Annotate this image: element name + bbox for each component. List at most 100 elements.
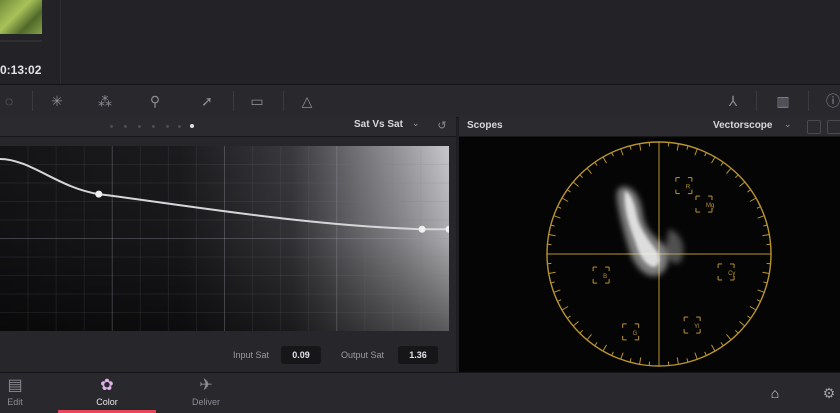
color-target: G: [623, 324, 639, 340]
graticule-tick: [758, 216, 765, 218]
graticule-tick: [621, 353, 623, 360]
curve-page-dot-active[interactable]: [190, 124, 194, 128]
page-tab-edit[interactable]: ▤ Edit: [0, 373, 30, 413]
clip-thumbnail[interactable]: [0, 0, 42, 34]
graticule-tick: [739, 321, 744, 325]
curve-page-dot[interactable]: [110, 125, 113, 128]
vectorscope-trace: [617, 187, 684, 276]
scopes-title: Scopes: [467, 120, 503, 131]
output-sat-field[interactable]: 1.36: [398, 346, 438, 364]
input-sat-label: Input Sat: [233, 350, 269, 360]
curve-mode-dropdown[interactable]: Sat Vs Sat: [354, 119, 403, 130]
toolbar-separator: [233, 91, 234, 111]
target-icon[interactable]: ✳: [48, 93, 66, 109]
graticule-tick: [695, 353, 697, 360]
curve-page-dot[interactable]: [138, 125, 141, 128]
media-pool-area: 0:13:02: [0, 0, 840, 84]
curves-panel: Sat Vs Sat ⌄ ↺ Input Sat 0.09 Output Sat…: [0, 116, 456, 372]
color-target: R: [676, 178, 692, 194]
graticule-tick: [712, 157, 716, 163]
graticule-tick: [762, 272, 769, 273]
graticule-tick: [562, 198, 568, 202]
curve-page-dot[interactable]: [166, 125, 169, 128]
scope-type-dropdown[interactable]: Vectorscope: [713, 120, 772, 131]
target-label: Yl: [694, 324, 699, 330]
graticule-tick: [573, 182, 578, 186]
graticule-tick: [677, 357, 678, 364]
color-toolbar: ◌ ✳ ⁂ ⚲ ➚ ▭ △ ⅄ ▥ ⓘ: [0, 84, 840, 118]
scopes-header: Scopes Vectorscope ⌄: [459, 116, 840, 137]
target-label: B: [603, 274, 607, 280]
vectorscope-display: R Mg B Cy G Yl: [459, 137, 840, 372]
graticule-tick: [739, 182, 744, 186]
nodes-icon[interactable]: ⁂: [96, 93, 114, 109]
scope-expand-button[interactable]: [827, 120, 840, 134]
info-icon[interactable]: ⓘ: [824, 93, 840, 109]
graticule-tick: [573, 321, 578, 325]
clip-timecode: 0:13:02: [0, 63, 41, 77]
graticule-tick: [762, 235, 769, 236]
color-page-icon: ✿: [58, 377, 156, 395]
graticule-tick: [758, 290, 765, 292]
eyedropper-icon[interactable]: ⚲: [146, 93, 164, 109]
graticule-tick: [712, 345, 716, 351]
graticule-tick: [554, 216, 561, 218]
page-tab-deliver[interactable]: ✈ Deliver: [182, 373, 230, 413]
toolbar-separator: [808, 91, 809, 111]
target-label: R: [686, 185, 691, 191]
curve-page-dot[interactable]: [152, 125, 155, 128]
page-navigation-bar: ▤ Edit ✿ Color ✈ Deliver ⌂ ⚙: [0, 372, 840, 413]
scope-layout-button[interactable]: [807, 120, 821, 134]
input-sat-field[interactable]: 0.09: [281, 346, 321, 364]
graticule-tick: [587, 168, 591, 173]
curve-page-dot[interactable]: [124, 125, 127, 128]
settings-icon[interactable]: ⚙: [820, 385, 838, 401]
curve-grid: [0, 146, 449, 331]
page-tab-color[interactable]: ✿ Color: [58, 373, 156, 413]
graticule-tick: [640, 357, 641, 364]
color-target: Mg: [696, 196, 714, 212]
color-target: Cy: [718, 264, 735, 280]
output-sat-label: Output Sat: [341, 350, 384, 360]
graticule-tick: [587, 334, 591, 339]
curve-control-point[interactable]: [419, 226, 426, 233]
graticule-tick: [621, 149, 623, 156]
graticule-tick: [554, 290, 561, 292]
curve-control-points: [95, 191, 449, 233]
curve-editor[interactable]: [0, 146, 449, 331]
page-tab-label: Color: [58, 397, 156, 407]
edit-page-icon: ▤: [0, 377, 30, 395]
chevron-down-icon: ⌄: [412, 118, 420, 129]
curve-graph[interactable]: [0, 146, 449, 331]
color-target: B: [593, 267, 609, 283]
curve-control-point[interactable]: [95, 191, 102, 198]
reset-icon[interactable]: ↺: [434, 119, 450, 133]
curve-page-dot[interactable]: [178, 125, 181, 128]
target-label: Cy: [728, 271, 735, 277]
curve-control-point[interactable]: [446, 226, 450, 233]
chevron-down-icon: ⌄: [784, 119, 792, 130]
curve-footer: Input Sat 0.09 Output Sat 1.36: [0, 340, 456, 372]
crop-box-icon[interactable]: ▭: [248, 93, 266, 109]
scopes-panel: Scopes Vectorscope ⌄ R Mg B Cy G Yl: [459, 116, 840, 372]
color-wheel-icon[interactable]: ◌: [0, 93, 18, 109]
toolbar-separator: [32, 91, 33, 111]
graticule-tick: [549, 235, 556, 236]
target-label: G: [633, 331, 638, 337]
page-tab-label: Deliver: [182, 397, 230, 407]
arrow-icon[interactable]: ➚: [198, 93, 216, 109]
panel-divider: [60, 0, 61, 84]
graticule-tick: [695, 149, 697, 156]
graticule-tick: [549, 272, 556, 273]
graticule-tick: [677, 144, 678, 151]
graticule-tick: [603, 157, 607, 163]
triangle-warning-icon[interactable]: △: [298, 93, 316, 109]
vectorscope-graticule: R Mg B Cy G Yl: [459, 137, 840, 372]
magic-mask-icon[interactable]: ⅄: [724, 93, 742, 109]
curves-header: Sat Vs Sat ⌄ ↺: [0, 116, 456, 137]
chart-icon[interactable]: ▥: [774, 93, 792, 109]
graticule-tick: [750, 307, 756, 311]
home-icon[interactable]: ⌂: [766, 385, 784, 401]
target-label: Mg: [706, 203, 714, 209]
graticule-tick: [603, 345, 607, 351]
